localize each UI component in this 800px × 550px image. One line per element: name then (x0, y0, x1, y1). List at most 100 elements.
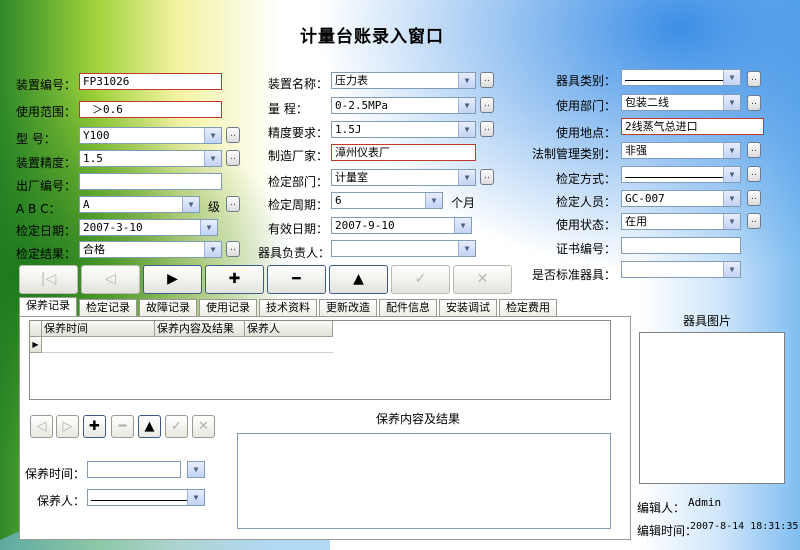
chevron-down-icon[interactable]: ▼ (723, 214, 740, 229)
model-select[interactable]: Y100 ▼ (79, 127, 222, 144)
sub-previous-button[interactable]: ◁ (30, 415, 53, 438)
sub-add-button[interactable]: ✚ (83, 415, 106, 438)
chevron-down-icon[interactable]: ▼ (458, 122, 475, 137)
maintenance-content-textarea[interactable] (237, 433, 611, 529)
sub-next-button[interactable]: ▷ (56, 415, 79, 438)
chevron-down-icon[interactable]: ▼ (458, 241, 475, 256)
chevron-down-icon[interactable]: ▼ (458, 170, 475, 185)
cancel-record-button[interactable]: ✕ (453, 265, 512, 294)
status-more-button[interactable]: .. (747, 213, 761, 229)
chevron-down-icon[interactable]: ▼ (723, 95, 740, 110)
range-select[interactable]: 0-2.5MPa ▼ (331, 97, 476, 114)
accuracy-value: 1.5J (335, 123, 362, 136)
chevron-down-icon[interactable]: ▼ (425, 193, 442, 208)
device-name-select[interactable]: 压力表 ▼ (331, 72, 476, 89)
category-more-button[interactable]: .. (747, 71, 761, 87)
maintenance-grid[interactable]: 保养时间 保养内容及结果 保养人 ▶ (29, 320, 611, 400)
accuracy-select[interactable]: 1.5J ▼ (331, 121, 476, 138)
grid-header-person[interactable]: 保养人 (245, 321, 333, 337)
use-dept-more-button[interactable]: .. (747, 95, 761, 111)
precision-more-button[interactable]: .. (226, 150, 240, 166)
chevron-down-icon[interactable]: ▼ (723, 262, 740, 277)
delete-record-button[interactable]: ━ (267, 265, 326, 294)
chevron-down-icon[interactable]: ▼ (200, 220, 217, 235)
check-method-more-button[interactable]: .. (747, 166, 761, 182)
abc-more-button[interactable]: .. (226, 196, 240, 212)
abc-select[interactable]: A ▼ (79, 196, 200, 213)
device-name-more-button[interactable]: .. (480, 72, 494, 88)
check-dept-more-button[interactable]: .. (480, 169, 494, 185)
chevron-down-icon[interactable]: ▼ (188, 462, 204, 477)
chevron-down-icon[interactable]: ▼ (204, 151, 221, 166)
chevron-down-icon[interactable]: ▼ (458, 73, 475, 88)
chevron-down-icon[interactable]: ▼ (182, 197, 199, 212)
save-record-button[interactable]: ✓ (391, 265, 450, 294)
accuracy-more-button[interactable]: .. (480, 121, 494, 137)
status-select[interactable]: 在用 ▼ (621, 213, 741, 230)
first-icon: |◁ (40, 271, 57, 287)
chevron-down-icon[interactable]: ▼ (204, 242, 221, 257)
tab-use-records[interactable]: 使用记录 (199, 299, 257, 317)
owner-select[interactable]: ▼ (331, 240, 476, 257)
legal-category-more-button[interactable]: .. (747, 142, 761, 158)
maintenance-time-dropdown[interactable]: ▼ (187, 461, 205, 478)
inspector-more-button[interactable]: .. (747, 190, 761, 206)
chevron-down-icon[interactable]: ▼ (723, 191, 740, 206)
use-range-input[interactable]: ＞0.6 (79, 101, 222, 118)
chevron-down-icon[interactable]: ▼ (723, 167, 740, 182)
tab-maintenance[interactable]: 保养记录 (19, 297, 77, 317)
chevron-down-icon[interactable]: ▼ (204, 128, 221, 143)
factory-no-input[interactable] (79, 173, 222, 190)
chevron-down-icon[interactable]: ▼ (723, 70, 740, 85)
category-value (625, 71, 723, 81)
first-record-button[interactable]: |◁ (19, 265, 78, 294)
table-row[interactable] (42, 337, 333, 353)
tab-fault-records[interactable]: 故障记录 (139, 299, 197, 317)
legal-category-select[interactable]: 非强 ▼ (621, 142, 741, 159)
standard-select[interactable]: ▼ (621, 261, 741, 278)
grid-header-content[interactable]: 保养内容及结果 (155, 321, 245, 337)
cert-no-input[interactable] (621, 237, 741, 254)
range-more-button[interactable]: .. (480, 97, 494, 113)
use-dept-select[interactable]: 包装二线 ▼ (621, 94, 741, 111)
model-more-button[interactable]: .. (226, 127, 240, 143)
chevron-down-icon[interactable]: ▼ (458, 98, 475, 113)
sub-edit-button[interactable]: ▲ (138, 415, 161, 438)
device-no-input[interactable]: FP31026 (79, 73, 222, 90)
category-select[interactable]: ▼ (621, 69, 741, 86)
check-result-more-button[interactable]: .. (226, 241, 240, 257)
chevron-down-icon[interactable]: ▼ (187, 490, 204, 505)
check-result-select[interactable]: 合格 ▼ (79, 241, 222, 258)
inspector-select[interactable]: GC-007 ▼ (621, 190, 741, 207)
chevron-down-icon[interactable]: ▼ (723, 143, 740, 158)
tab-parts-info[interactable]: 配件信息 (379, 299, 437, 317)
check-date-picker[interactable]: 2007-3-10 ▼ (79, 219, 218, 236)
grid-header-time[interactable]: 保养时间 (42, 321, 155, 337)
check-method-select[interactable]: ▼ (621, 166, 741, 183)
tab-upgrade[interactable]: 更新改造 (319, 299, 377, 317)
check-dept-select[interactable]: 计量室 ▼ (331, 169, 476, 186)
precision-select[interactable]: 1.5 ▼ (79, 150, 222, 167)
next-record-button[interactable]: ▶ (143, 265, 202, 294)
sub-cancel-button[interactable]: ✕ (192, 415, 215, 438)
model-label: 型 号： (16, 132, 56, 146)
manufacturer-input[interactable]: 漳州仪表厂 (331, 144, 476, 161)
maintenance-person-select[interactable]: ▼ (87, 489, 205, 506)
location-input[interactable]: 2线蒸气总进口 (621, 118, 764, 135)
previous-record-button[interactable]: ◁ (81, 265, 140, 294)
tab-tech-docs[interactable]: 技术资料 (259, 299, 317, 317)
valid-date-picker[interactable]: 2007-9-10 ▼ (331, 217, 472, 234)
maintenance-time-input[interactable] (87, 461, 181, 478)
edit-record-button[interactable]: ▲ (329, 265, 388, 294)
tab-check-fees[interactable]: 检定费用 (499, 299, 557, 317)
tab-check-records[interactable]: 检定记录 (79, 299, 137, 317)
tab-installation[interactable]: 安装调试 (439, 299, 497, 317)
sub-delete-button[interactable]: ━ (111, 415, 134, 438)
device-photo-box[interactable] (639, 332, 785, 484)
minus-icon: ━ (118, 419, 127, 434)
add-record-button[interactable]: ✚ (205, 265, 264, 294)
range-label: 量 程： (268, 102, 308, 116)
sub-save-button[interactable]: ✓ (165, 415, 188, 438)
chevron-down-icon[interactable]: ▼ (454, 218, 471, 233)
check-period-select[interactable]: 6 ▼ (331, 192, 443, 209)
